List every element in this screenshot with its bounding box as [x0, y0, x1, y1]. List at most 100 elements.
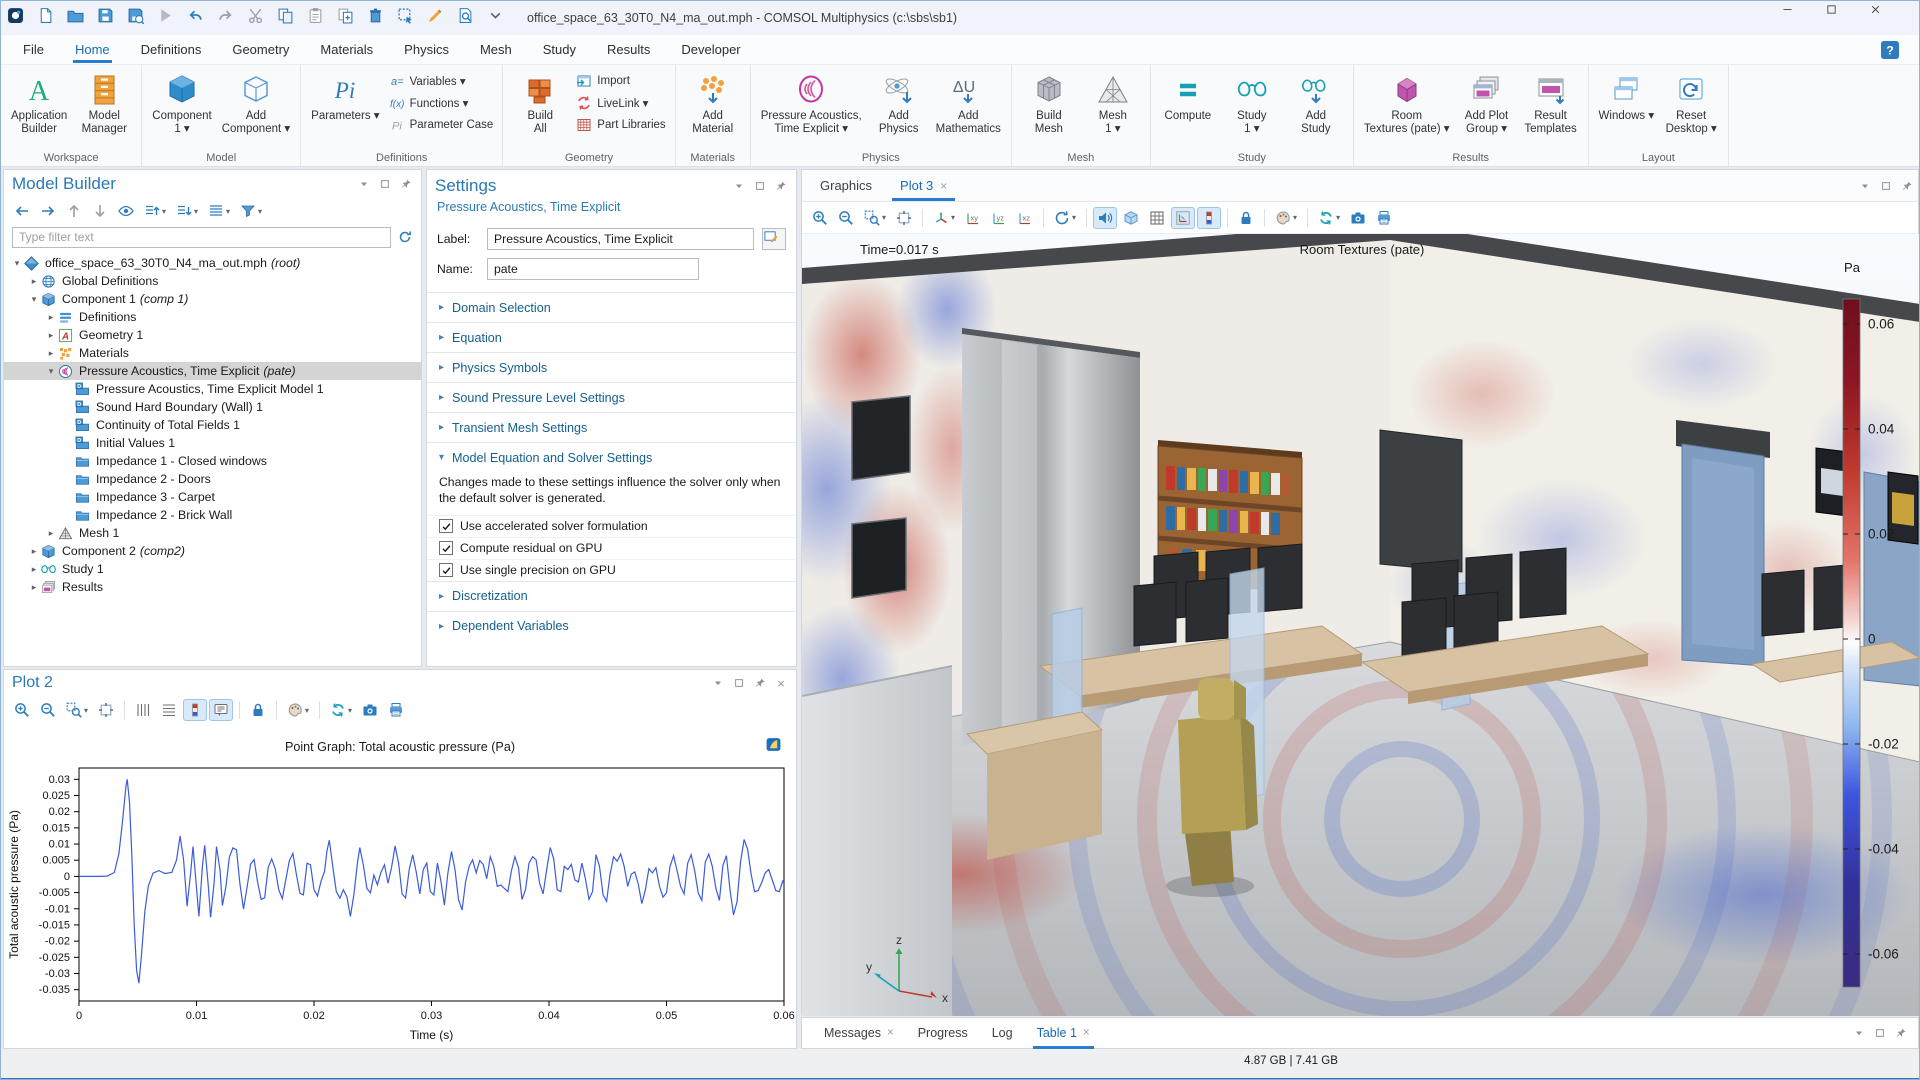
tree-node[interactable]: D Continuity of Total Fields 1 — [4, 416, 421, 434]
bottom-tab-messages[interactable]: Messages × — [812, 1018, 906, 1049]
settings-section-transient-mesh-settings[interactable]: ▸ Transient Mesh Settings — [427, 413, 796, 442]
panel-pin-button[interactable] — [1900, 179, 1914, 193]
parameters-button[interactable]: Pi Parameters ▾ — [306, 70, 384, 126]
panel-menu-down-button[interactable] — [357, 177, 371, 191]
tree-node[interactable]: ▸ Mesh 1 — [4, 524, 421, 542]
panel-menu-down-button[interactable] — [711, 676, 725, 690]
view-xy-button[interactable]: xy — [961, 207, 985, 229]
panel-pin-button[interactable] — [1894, 1026, 1908, 1040]
list-columns-button[interactable]: ▾ — [204, 200, 234, 222]
menu-geometry[interactable]: Geometry — [230, 37, 291, 62]
delete-button[interactable] — [367, 7, 393, 29]
room-textures-button[interactable]: Room Textures (pate) ▾ — [1359, 70, 1455, 139]
panel-pin-button[interactable] — [399, 177, 413, 191]
zoom-box-button[interactable]: ▾ — [62, 699, 92, 721]
import-button[interactable]: Import — [576, 72, 665, 90]
variables-button[interactable]: a= Variables ▾ — [389, 72, 494, 90]
tab-close-icon[interactable]: × — [887, 1027, 894, 1039]
view-yz-button[interactable]: yz — [987, 207, 1011, 229]
panel-float-button[interactable] — [1873, 1026, 1887, 1040]
tree-node[interactable]: D Pressure Acoustics, Time Explicit Model… — [4, 380, 421, 398]
parameter-case-button[interactable]: Pi Parameter Case — [389, 116, 494, 134]
save-button[interactable] — [97, 7, 123, 29]
menu-results[interactable]: Results — [605, 37, 652, 62]
acoustics-button[interactable]: Pressure Acoustics, Time Explicit ▾ — [756, 70, 867, 139]
select-box-button[interactable] — [397, 7, 423, 29]
tree-node[interactable]: ▸ Definitions — [4, 308, 421, 326]
tree-node[interactable]: Impedance 1 - Closed windows — [4, 452, 421, 470]
tree-chevron-icon[interactable]: ▾ — [10, 258, 24, 269]
find-doc-button[interactable] — [457, 7, 483, 29]
livelink-button[interactable]: LiveLink ▾ — [576, 94, 665, 112]
rename-button[interactable] — [762, 228, 786, 250]
redo-button[interactable] — [217, 7, 243, 29]
graphics-tab-plot-3[interactable]: Plot 3 × — [886, 170, 961, 201]
panel-float-button[interactable] — [753, 179, 767, 193]
add-plot-group-button[interactable]: Add Plot Group ▾ — [1455, 70, 1519, 139]
study-button[interactable]: Study 1 ▾ — [1220, 70, 1284, 139]
checkbox-compute-residual-on-gpu[interactable]: Compute residual on GPU — [427, 536, 796, 559]
x-grid-button[interactable] — [131, 699, 155, 721]
tree-node[interactable]: Impedance 2 - Brick Wall — [4, 506, 421, 524]
sync-button[interactable]: ▾ — [1314, 207, 1344, 229]
menu-home[interactable]: Home — [72, 37, 112, 63]
zoom-box-button[interactable]: ▾ — [860, 207, 890, 229]
tree-chevron-icon[interactable]: ▸ — [27, 546, 41, 557]
menu-physics[interactable]: Physics — [402, 37, 451, 62]
tree-node[interactable]: ▾ Pressure Acoustics, Time Explicit (pate) — [4, 362, 421, 380]
tree-node[interactable]: D Initial Values 1 — [4, 434, 421, 452]
settings-section-model-equation-and-solver-settings[interactable]: ▾ Model Equation and Solver Settings — [427, 443, 796, 472]
name-field[interactable] — [487, 258, 699, 280]
component-button[interactable]: Component 1 ▾ — [147, 70, 216, 139]
marker-button[interactable] — [427, 7, 453, 29]
graphics-tab-graphics[interactable]: Graphics — [806, 170, 886, 201]
collapse-list-button[interactable]: ▾ — [172, 200, 202, 222]
menu-definitions[interactable]: Definitions — [139, 37, 204, 62]
undo-button[interactable] — [187, 7, 213, 29]
settings-section-domain-selection[interactable]: ▸ Domain Selection — [427, 293, 796, 322]
maximize-button[interactable] — [1825, 3, 1869, 33]
palette-button[interactable]: ▾ — [1271, 207, 1301, 229]
annotation-button[interactable] — [209, 699, 234, 721]
bottom-tab-log[interactable]: Log — [980, 1018, 1025, 1049]
tree-chevron-icon[interactable]: ▸ — [44, 348, 58, 359]
y-grid-button[interactable] — [157, 699, 181, 721]
filter-funnel-button[interactable]: ▾ — [236, 200, 266, 222]
menu-materials[interactable]: Materials — [318, 37, 375, 62]
menu-mesh[interactable]: Mesh — [478, 37, 514, 62]
grid-button[interactable] — [1145, 207, 1169, 229]
new-file-button[interactable] — [37, 7, 63, 29]
panel-menu-down-button[interactable] — [1858, 179, 1872, 193]
camera-button[interactable] — [1346, 207, 1370, 229]
copy-button[interactable] — [277, 7, 303, 29]
view-xz-button[interactable]: xz — [1013, 207, 1037, 229]
tree-chevron-icon[interactable]: ▾ — [44, 366, 58, 377]
scene-axes-button[interactable] — [1171, 206, 1196, 229]
refresh-icon[interactable] — [397, 229, 413, 245]
reset-desktop-button[interactable]: Reset Desktop ▾ — [1659, 70, 1723, 139]
settings-section-sound-pressure-level-settings[interactable]: ▸ Sound Pressure Level Settings — [427, 383, 796, 412]
result-templates-button[interactable]: Result Templates — [1519, 70, 1583, 139]
colorbar-toggle-button[interactable] — [1197, 206, 1222, 229]
sync-button[interactable]: ▾ — [326, 699, 356, 721]
arrow-down-button[interactable] — [88, 200, 112, 222]
arrow-right-button[interactable] — [36, 200, 60, 222]
add-study-button[interactable]: Add Study — [1284, 70, 1348, 139]
zoom-in-button[interactable] — [808, 207, 832, 229]
model-manager-button[interactable]: Model Manager — [72, 70, 136, 139]
add-physics-button[interactable]: Add Physics — [867, 70, 931, 139]
settings-section-equation[interactable]: ▸ Equation — [427, 323, 796, 352]
panel-pin-button[interactable] — [753, 676, 767, 690]
run-button[interactable] — [157, 7, 183, 29]
compute-button[interactable]: Compute — [1156, 70, 1220, 126]
go-to-view-button[interactable]: ▾ — [929, 207, 959, 229]
tree-node[interactable]: ▸ Results — [4, 578, 421, 596]
rotate-button[interactable]: ▾ — [1050, 207, 1080, 229]
menu-file[interactable]: File — [21, 37, 46, 62]
checkbox-use-single-precision-on-gpu[interactable]: Use single precision on GPU — [427, 558, 796, 581]
tree-node[interactable]: Impedance 3 - Carpet — [4, 488, 421, 506]
colorbar-toggle-button[interactable] — [183, 699, 208, 721]
panel-float-button[interactable] — [378, 177, 392, 191]
mesh-button[interactable]: Mesh 1 ▾ — [1081, 70, 1145, 139]
arrow-up-button[interactable] — [62, 200, 86, 222]
